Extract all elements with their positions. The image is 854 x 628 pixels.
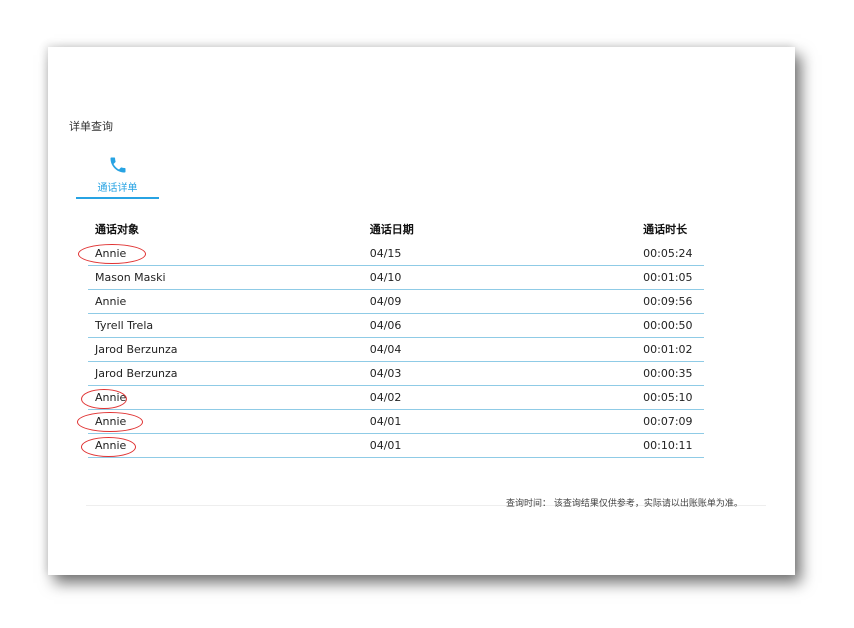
row-contact: Mason Maski: [88, 266, 370, 290]
row-duration: 00:07:09: [643, 410, 704, 434]
row-contact: Annie: [78, 242, 370, 266]
table-row: Annie 04/01 00:07:09: [77, 410, 704, 434]
row-contact: Tyrell Trela: [88, 314, 370, 338]
row-contact-text: Tyrell Trela: [95, 319, 154, 332]
row-date: 04/01: [370, 410, 643, 434]
row-date-text: 04/09: [369, 295, 402, 308]
row-date-text: 04/15: [369, 247, 402, 260]
row-contact-text: Jarod Berzunza: [95, 367, 178, 380]
table-row: Jarod Berzunza 04/03 00:00:35: [88, 362, 704, 386]
row-contact: Annie: [88, 290, 370, 314]
call-details-table: 通话对象 通话日期 通话时长 Annie 04/15 00:05:24 Mason M…: [77, 216, 704, 458]
row-duration-text: 00:07:09: [643, 415, 693, 428]
row-date-text: 04/06: [369, 319, 402, 332]
table-row: Mason Maski 04/10 00:01:05: [88, 266, 704, 290]
footer-note: 查询时间： 该查询结果仅供参考，实际请以出账账单为准。: [506, 499, 743, 509]
row-date-text: 04/04: [369, 343, 402, 356]
table-row: Annie 04/01 00:10:11: [81, 434, 704, 458]
row-contact-text: Annie: [95, 415, 127, 428]
row-contact-text: Annie: [95, 295, 127, 308]
row-duration-text: 00:01:02: [643, 343, 693, 356]
phone-icon: [110, 157, 125, 173]
row-date-text: 04/03: [369, 367, 402, 380]
table-row: Annie 04/09 00:09:56: [88, 290, 704, 314]
table-header-row: 通话对象 通话日期 通话时长: [88, 216, 704, 242]
row-date: 04/04: [370, 338, 643, 362]
row-date: 04/15: [370, 242, 643, 266]
row-contact: Annie: [77, 410, 370, 434]
header-contact: 通话对象: [95, 223, 139, 236]
row-duration: 00:09:56: [643, 290, 704, 314]
row-contact-text: Mason Maski: [95, 271, 166, 284]
row-date-text: 04/02: [369, 391, 402, 404]
row-date: 04/01: [370, 434, 643, 458]
table-row: Jarod Berzunza 04/04 00:01:02: [88, 338, 704, 362]
row-duration-text: 00:01:05: [643, 271, 693, 284]
row-duration: 00:05:24: [643, 242, 704, 266]
row-contact-text: Annie: [95, 439, 127, 452]
row-contact: Annie: [81, 434, 370, 458]
row-date: 04/03: [370, 362, 643, 386]
row-duration-text: 00:00:50: [643, 319, 693, 332]
row-duration: 00:00:50: [643, 314, 704, 338]
row-duration: 00:01:02: [643, 338, 704, 362]
row-contact-text: Jarod Berzunza: [95, 343, 178, 356]
row-duration-text: 00:10:11: [643, 439, 693, 452]
row-date: 04/06: [370, 314, 643, 338]
table-row: Annie 04/02 00:05:10: [81, 386, 704, 410]
row-date-text: 04/01: [369, 439, 402, 452]
header-duration: 通话时长: [643, 223, 688, 236]
row-date: 04/02: [370, 386, 643, 410]
header-date: 通话日期: [369, 223, 414, 236]
table-row: Tyrell Trela 04/06 00:00:50: [88, 314, 704, 338]
page-title: 详单查询: [69, 120, 113, 133]
row-duration: 00:05:10: [643, 386, 704, 410]
row-duration: 00:10:11: [643, 434, 704, 458]
row-duration-text: 00:09:56: [643, 295, 693, 308]
row-contact: Annie: [81, 386, 370, 410]
row-duration: 00:00:35: [643, 362, 704, 386]
row-contact-text: Annie: [95, 247, 127, 260]
row-date: 04/10: [370, 266, 643, 290]
row-contact: Jarod Berzunza: [88, 362, 370, 386]
row-duration: 00:01:05: [643, 266, 704, 290]
row-duration-text: 00:05:24: [643, 247, 693, 260]
tab-label: 通话详单: [97, 183, 138, 194]
row-duration-text: 00:05:10: [643, 391, 693, 404]
row-date-text: 04/10: [369, 271, 402, 284]
row-contact-text: Annie: [95, 391, 127, 404]
tab-call-details[interactable]: 通话详单: [76, 151, 159, 199]
row-date: 04/09: [370, 290, 643, 314]
query-card: 详单查询 通话详单 通话对象 通话日期 通话时长 Annie 04/15 00:05…: [48, 47, 795, 575]
table-row: Annie 04/15 00:05:24: [78, 242, 704, 266]
row-date-text: 04/01: [369, 415, 402, 428]
row-contact: Jarod Berzunza: [88, 338, 370, 362]
row-duration-text: 00:00:35: [643, 367, 693, 380]
